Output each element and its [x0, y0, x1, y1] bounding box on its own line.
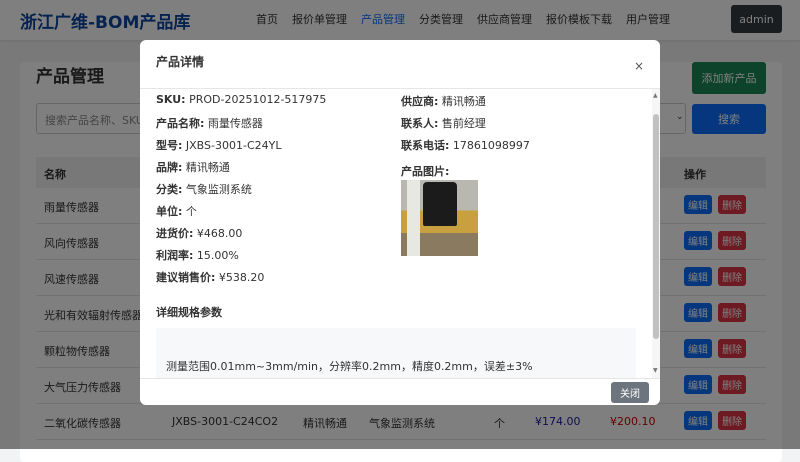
detail-field: 品牌: 精讯畅通 [156, 159, 230, 175]
field-label: 品牌: [156, 161, 183, 174]
detail-field: 型号: JXBS-3001-C24YL [156, 137, 281, 153]
image-label: 产品图片: [401, 165, 450, 178]
detail-field: 供应商: 精讯畅通 [401, 93, 486, 109]
detail-field: 联系人: 售前经理 [401, 115, 486, 131]
modal-title: 产品详情 [156, 55, 205, 69]
detail-field: 建议销售价: ¥538.20 [156, 269, 264, 285]
field-label: 分类: [156, 183, 183, 196]
detail-field: 单位: 个 [156, 203, 197, 219]
detail-field: 产品名称: 雨量传感器 [156, 115, 263, 131]
field-value: 精讯畅通 [182, 161, 230, 174]
product-detail-modal: 产品详情 × SKU: PROD-20251012-517975 产品名称: 雨量… [140, 40, 660, 405]
field-label: 联系人: [401, 117, 439, 130]
detail-field: 分类: 气象监测系统 [156, 181, 252, 197]
detail-field: SKU: PROD-20251012-517975 [156, 93, 326, 106]
close-icon[interactable]: × [634, 59, 644, 73]
field-label: 单位: [156, 205, 183, 218]
field-label: 型号: [156, 139, 183, 152]
field-value: 17861098997 [449, 139, 530, 152]
detail-field: 联系电话: 17861098997 [401, 137, 530, 153]
field-value: PROD-20251012-517975 [185, 93, 327, 106]
spec-box: 测量范围0.01mm~3mm/min，分辨率0.2mm，精度0.2mm，误差±3… [156, 328, 636, 378]
field-value: JXBS-3001-C24YL [182, 139, 282, 152]
field-value: 精讯畅通 [438, 95, 486, 108]
field-label: SKU: [156, 93, 186, 106]
modal-body: SKU: PROD-20251012-517975 产品名称: 雨量传感器型号: … [140, 89, 660, 378]
product-image [401, 180, 478, 256]
spec-title: 详细规格参数 [156, 306, 222, 319]
field-value: 雨量传感器 [204, 117, 263, 130]
detail-field: 利润率: 15.00% [156, 247, 239, 263]
field-value: 个 [182, 205, 197, 218]
field-label: 联系电话: [401, 139, 450, 152]
scrollbar-thumb[interactable] [653, 114, 659, 339]
field-value: 售前经理 [438, 117, 486, 130]
field-value: ¥538.20 [215, 271, 265, 284]
field-value: 15.00% [193, 249, 239, 262]
modal-footer: 关闭 [140, 378, 660, 405]
field-label: 供应商: [401, 95, 439, 108]
spec-text: 测量范围0.01mm~3mm/min，分辨率0.2mm，精度0.2mm，误差±3… [166, 360, 533, 373]
scrollbar[interactable]: ▲ ▼ [652, 89, 660, 378]
field-label: 建议销售价: [156, 271, 216, 284]
detail-field: 进货价: ¥468.00 [156, 225, 242, 241]
field-label: 利润率: [156, 249, 194, 262]
modal-header: 产品详情 × [140, 40, 660, 89]
field-label: 进货价: [156, 227, 194, 240]
field-value: ¥468.00 [193, 227, 243, 240]
field-value: 气象监测系统 [182, 183, 252, 196]
field-label: 产品名称: [156, 117, 205, 130]
close-button[interactable]: 关闭 [611, 382, 649, 403]
scroll-up-icon[interactable]: ▲ [653, 92, 658, 99]
scroll-down-icon[interactable]: ▼ [653, 367, 658, 374]
